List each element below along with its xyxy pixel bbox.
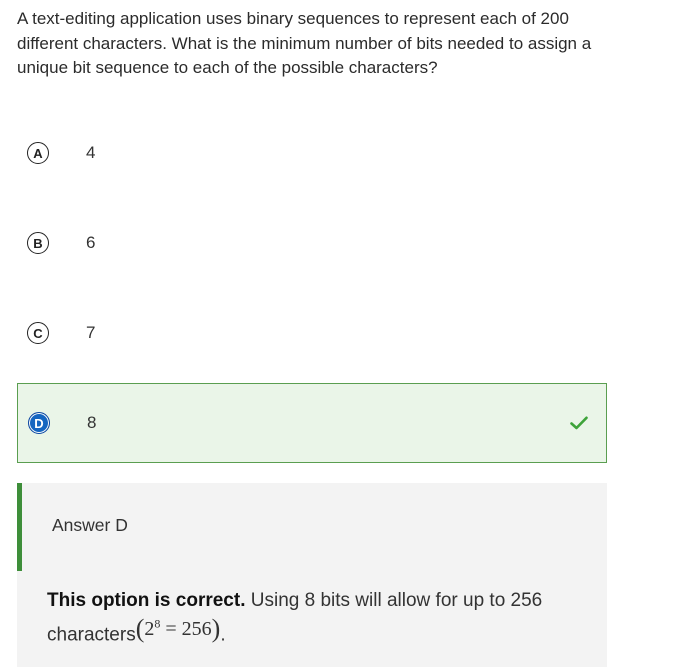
option-a-badge: A [27,142,49,164]
option-b[interactable]: B 6 [17,203,607,283]
option-a[interactable]: A 4 [17,113,607,193]
math-exponent: 8 [154,616,161,630]
explanation-text-2: characters [47,624,136,646]
explanation-end: . [220,624,226,646]
math-expression: (28 = 256) [136,614,221,642]
correct-lead: This option is correct. [47,590,246,611]
option-d-badge: D [28,412,50,434]
math-open-paren: ( [135,613,145,643]
math-close-paren: ) [211,613,221,643]
checkmark-icon [570,416,588,430]
option-a-value: 4 [86,143,96,162]
explanation-text-1: Using 8 bits will allow for up to 256 [250,590,543,611]
option-c-badge: C [27,322,49,344]
math-rest: = 256 [165,617,212,640]
answer-label: Answer D [52,515,128,535]
option-c[interactable]: C 7 [17,293,607,373]
explanation-panel: Answer D This option is correct. Using 8… [17,483,607,667]
option-c-value: 7 [86,323,96,342]
explanation-accent-bar [17,483,22,571]
question-text: A text-editing application uses binary s… [17,9,592,77]
option-b-value: 6 [86,233,96,252]
explanation-body: This option is correct. Using 8 bits wil… [47,587,587,650]
option-d-value: 8 [87,413,97,432]
option-b-badge: B [27,232,49,254]
math-base: 2 [144,617,155,640]
option-d[interactable]: D 8 [17,383,607,463]
